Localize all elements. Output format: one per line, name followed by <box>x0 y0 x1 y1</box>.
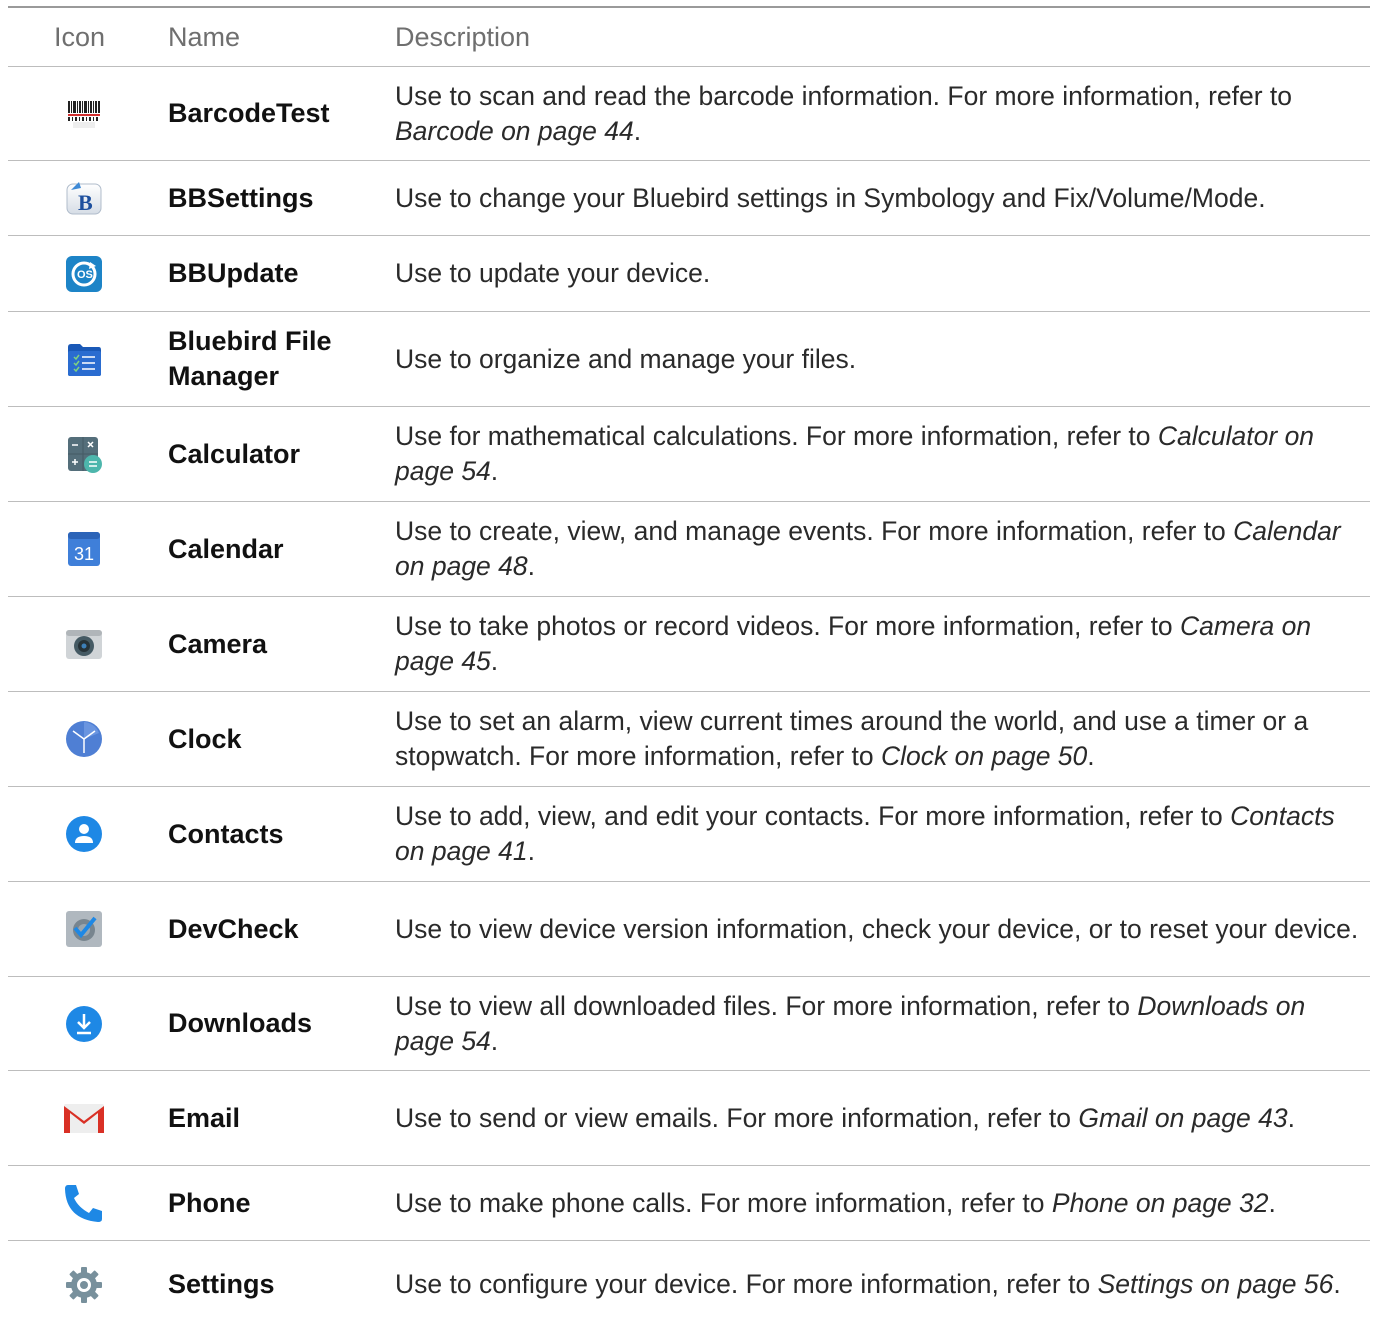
table-row: 31 Calendar Use to create, view, and man… <box>8 502 1370 597</box>
row-name: Settings <box>168 1269 275 1299</box>
row-description: Use to change your Bluebird settings in … <box>395 182 1266 213</box>
row-description: Use to set an alarm, view current times … <box>395 706 1309 771</box>
row-name: BBUpdate <box>168 258 299 288</box>
calculator-icon <box>8 434 156 474</box>
page-reference: Clock on page 50 <box>881 741 1088 771</box>
row-name: Downloads <box>168 1008 313 1038</box>
row-description: Use to organize and manage your files. <box>395 343 857 374</box>
header-description: Description <box>395 22 531 52</box>
devcheck-icon <box>8 910 156 948</box>
settings-icon <box>8 1265 156 1305</box>
svg-text:B: B <box>78 190 93 215</box>
downloads-icon <box>8 1004 156 1044</box>
row-description: Use to scan and read the barcode informa… <box>395 80 1293 146</box>
row-description: Use to update your device. <box>395 258 711 288</box>
barcode-icon <box>8 98 156 129</box>
row-name: Email <box>168 1102 241 1133</box>
svg-text:OS: OS <box>77 269 93 281</box>
table-row: OS BBUpdate Use to update your device. <box>8 236 1370 312</box>
page-reference: Settings on page 56 <box>1097 1269 1334 1299</box>
page-reference: Gmail on page 43 <box>1078 1102 1288 1133</box>
svg-text:31: 31 <box>74 544 94 564</box>
table-row: Clock Use to set an alarm, view current … <box>8 692 1370 787</box>
row-description: Use to view device version information, … <box>395 913 1359 944</box>
row-name: Camera <box>168 628 268 659</box>
clock-icon <box>8 719 156 759</box>
header-name: Name <box>168 22 241 52</box>
row-name: Clock <box>168 723 242 754</box>
table-row: Contacts Use to add, view, and edit your… <box>8 787 1370 882</box>
row-name: Contacts <box>168 818 284 849</box>
row-description: Use to make phone calls. For more inform… <box>395 1187 1276 1218</box>
row-name: BBSettings <box>168 182 314 213</box>
table-row: Settings Use to configure your device. F… <box>8 1241 1370 1328</box>
row-description: Use to add, view, and edit your contacts… <box>395 801 1335 866</box>
row-description: Use to configure your device. For more i… <box>395 1269 1341 1299</box>
row-name: Calculator <box>168 438 301 469</box>
row-name: Phone <box>168 1187 251 1218</box>
table-row: Phone Use to make phone calls. For more … <box>8 1166 1370 1241</box>
table-row: DevCheck Use to view device version info… <box>8 882 1370 977</box>
camera-icon <box>8 627 156 661</box>
row-description: Use for mathematical calculations. For m… <box>395 421 1315 486</box>
row-name: Calendar <box>168 533 284 564</box>
header-icon: Icon <box>54 22 106 52</box>
row-name: Bluebird File Manager <box>168 326 332 391</box>
table-row: Downloads Use to view all downloaded fil… <box>8 977 1370 1071</box>
bbsettings-icon: B <box>8 180 156 216</box>
contacts-icon <box>8 814 156 854</box>
file-manager-icon <box>8 341 156 377</box>
bbupdate-icon: OS <box>8 255 156 292</box>
row-name: DevCheck <box>168 913 299 944</box>
table-row: BarcodeTest Use to scan and read the bar… <box>8 67 1370 161</box>
table-row: B BBSettings Use to change your Bluebird… <box>8 161 1370 236</box>
row-description: Use to create, view, and manage events. … <box>395 516 1341 581</box>
phone-icon <box>8 1181 156 1225</box>
app-table-page: Icon Name Description BarcodeTest Use to… <box>0 0 1381 1329</box>
table-row: Camera Use to take photos or record vide… <box>8 597 1370 692</box>
table-row: Calculator Use for mathematical calculat… <box>8 407 1370 502</box>
table-row: Bluebird File Manager Use to organize an… <box>8 312 1370 407</box>
email-icon <box>8 1101 156 1135</box>
row-description: Use to send or view emails. For more inf… <box>395 1102 1295 1133</box>
table-header: Icon Name Description <box>8 8 1370 67</box>
row-name: BarcodeTest <box>168 98 330 128</box>
calendar-icon: 31 <box>8 530 156 568</box>
row-description: Use to view all downloaded files. For mo… <box>395 990 1306 1056</box>
page-reference: Barcode on page 44 <box>395 115 634 146</box>
page-reference: Phone on page 32 <box>1051 1187 1269 1218</box>
row-description: Use to take photos or record videos. For… <box>395 611 1312 676</box>
table-row: Email Use to send or view emails. For mo… <box>8 1071 1370 1166</box>
